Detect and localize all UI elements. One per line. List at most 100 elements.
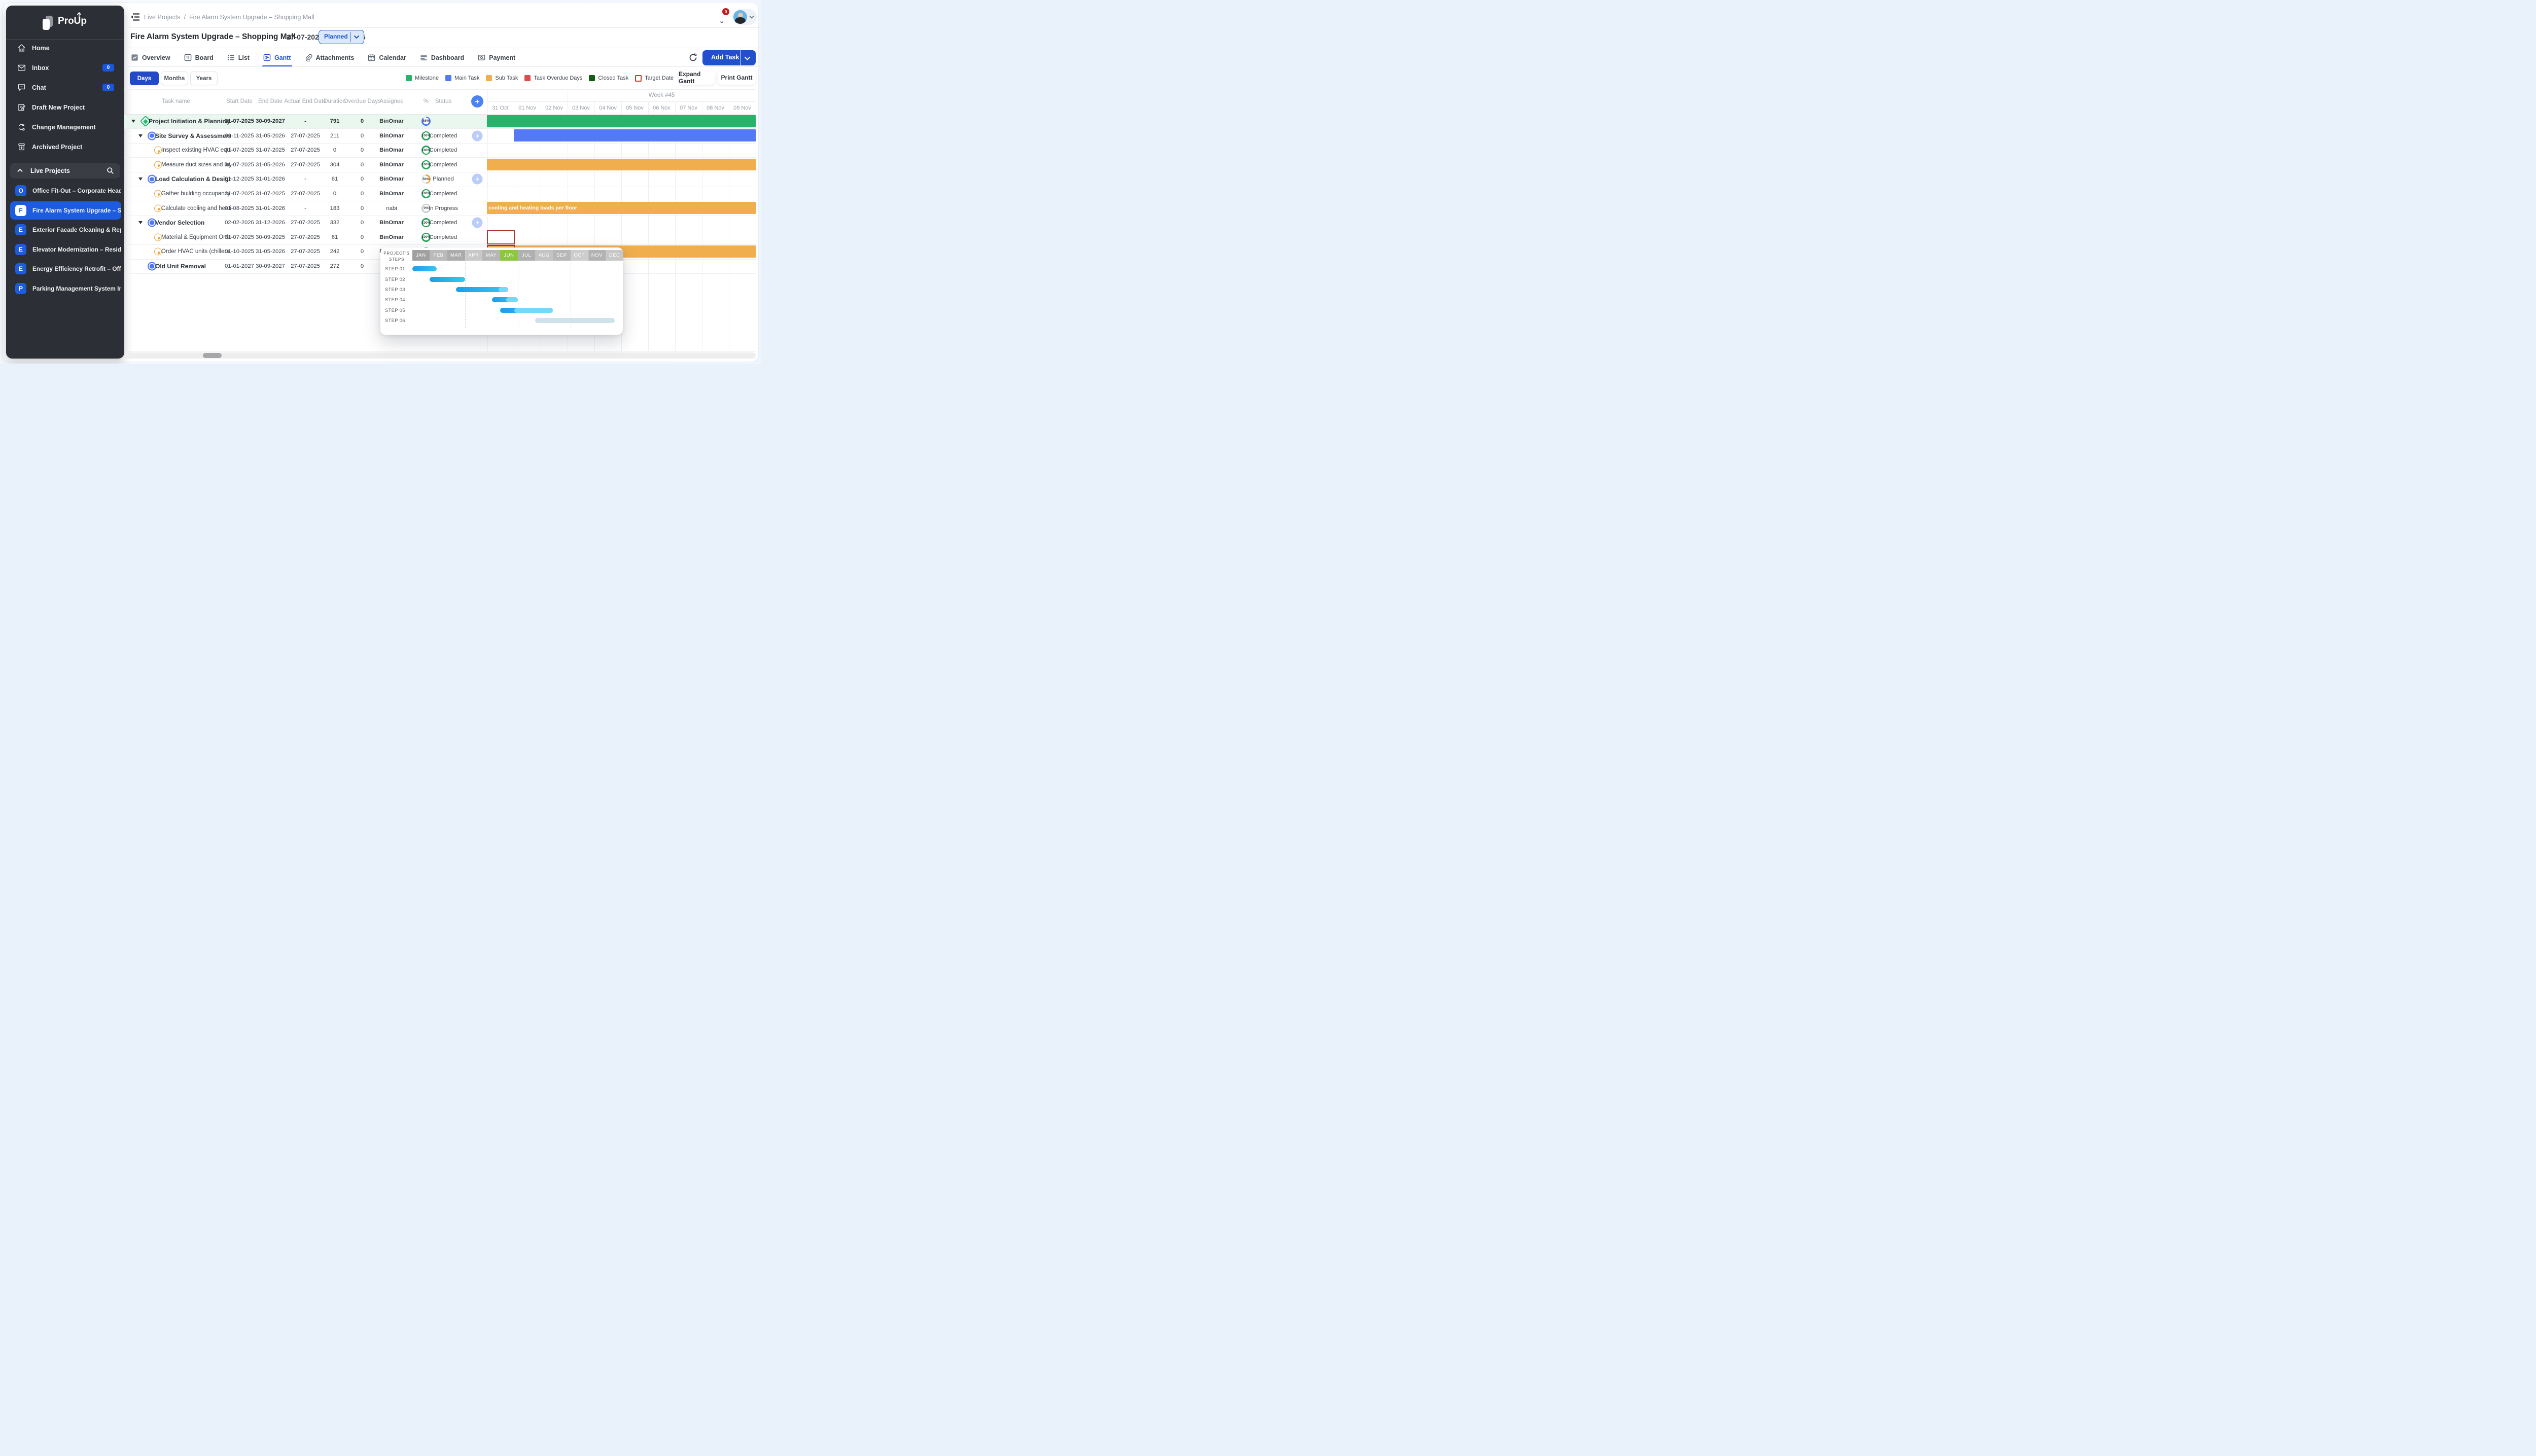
view-button-years[interactable]: Years xyxy=(190,72,218,85)
cell-actual: 27-07-2025 xyxy=(291,220,320,226)
add-subtask-button[interactable]: + xyxy=(472,174,483,185)
popup-step-label: STEP 05 xyxy=(385,308,405,313)
cell-duration: 0 xyxy=(333,147,336,153)
cell-assignee: BinOmar xyxy=(379,176,404,182)
cell-end: 30-09-2027 xyxy=(256,118,285,124)
row-expand-caret[interactable] xyxy=(138,221,143,224)
cell-end: 31-01-2026 xyxy=(256,205,285,211)
gantt-day-label: 09 Nov xyxy=(733,105,751,111)
popup-month-may: MAY xyxy=(482,250,500,261)
column-header-end-date: End Date xyxy=(258,89,283,114)
status-badge: Completed xyxy=(430,220,457,226)
cell-start: 31-07-2025 xyxy=(225,162,254,168)
popup-step-label: STEP 06 xyxy=(385,318,405,323)
cell-overdue: 0 xyxy=(361,176,364,182)
cell-assignee: nabi xyxy=(386,205,397,211)
cell-start: 01-12-2025 xyxy=(225,176,254,182)
popup-month-jul: JUL xyxy=(518,250,536,261)
view-button-days[interactable]: Days xyxy=(130,72,159,85)
cell-start: 31-07-2025 xyxy=(225,147,254,153)
task-name: Order HVAC units (chillers, xyxy=(161,248,231,255)
cell-actual: 27-07-2025 xyxy=(291,248,320,255)
gantt-bar-sub[interactable]: cooling and heating loads per floor xyxy=(487,202,756,214)
cell-overdue: 0 xyxy=(361,248,364,255)
status-badge: Planned xyxy=(433,176,453,182)
cell-assignee: BinOmar xyxy=(379,234,404,240)
popup-month-jun: JUN xyxy=(500,250,518,261)
popup-month-mar: MAR xyxy=(447,250,465,261)
gantt-day-label: 04 Nov xyxy=(599,105,617,111)
cell-end: 31-05-2026 xyxy=(256,248,285,255)
cell-end: 30-09-2025 xyxy=(256,234,285,240)
cell-assignee: BinOmar xyxy=(379,162,404,168)
popup-month-dec: DEC xyxy=(606,250,623,261)
popup-month-nov: NOV xyxy=(588,250,606,261)
gantt-day-label: 08 Nov xyxy=(707,105,724,111)
add-subtask-button[interactable]: + xyxy=(472,218,483,228)
task-name: Measure duct sizes and lay xyxy=(161,162,231,168)
task-name: Load Calculation & Design Re xyxy=(155,175,231,183)
cell-overdue: 0 xyxy=(361,220,364,226)
cell-end: 31-01-2026 xyxy=(256,176,285,182)
add-column-button[interactable]: + xyxy=(471,95,483,108)
add-subtask-button[interactable]: + xyxy=(472,130,483,141)
task-name: Project Initiation & Planning xyxy=(149,118,231,125)
cell-start: 01-01-2027 xyxy=(225,263,254,269)
gantt-bar-main[interactable] xyxy=(514,129,756,141)
gantt-day-label: 05 Nov xyxy=(626,105,644,111)
gantt-week-label: Week #45 xyxy=(649,92,675,98)
popup-step-label: STEP 03 xyxy=(385,287,405,292)
sub-task-icon xyxy=(154,190,162,197)
cell-end: 31-05-2026 xyxy=(256,162,285,168)
column-header-overdue-days: Overdue Days xyxy=(343,89,381,114)
cell-start: 31-07-2025 xyxy=(225,234,254,240)
column-header-assignee: Assignee xyxy=(379,89,403,114)
gantt-bar-label: cooling and heating loads per floor xyxy=(488,205,577,211)
view-button-label: Months xyxy=(164,76,185,82)
row-expand-caret[interactable] xyxy=(131,120,135,123)
cell-overdue: 0 xyxy=(361,147,364,153)
task-name: Site Survey & Assessment xyxy=(155,132,231,139)
cell-actual: - xyxy=(304,118,306,124)
gantt-day-label: 01 Nov xyxy=(518,105,536,111)
cell-actual: 27-07-2025 xyxy=(291,147,320,153)
cell-overdue: 0 xyxy=(361,118,364,124)
popup-month-feb: FEB xyxy=(430,250,447,261)
gantt-day-label: 03 Nov xyxy=(572,105,590,111)
cell-overdue: 0 xyxy=(361,205,364,211)
task-name: Vendor Selection xyxy=(155,219,231,226)
gantt-bar-milestone[interactable] xyxy=(487,115,756,127)
popup-step-label: STEP 02 xyxy=(385,277,405,282)
popup-month-oct: OCT xyxy=(571,250,588,261)
cell-end: 30-09-2027 xyxy=(256,263,285,269)
column-header-actual-end-date: Actual End Date xyxy=(284,89,326,114)
cell-actual: 27-07-2025 xyxy=(291,133,320,139)
cell-duration: 183 xyxy=(330,205,340,211)
gantt-day-label: 31 Oct xyxy=(492,105,508,111)
progress-ring-label: 88% xyxy=(421,117,431,126)
cell-actual: 27-07-2025 xyxy=(291,263,320,269)
column-header-start-date: Start Date xyxy=(226,89,253,114)
column-header-task-name: Task name xyxy=(162,89,190,114)
cell-actual: - xyxy=(304,205,306,211)
gantt-day-label: 06 Nov xyxy=(653,105,671,111)
status-badge: Completed xyxy=(430,133,457,139)
gantt-bar-sub[interactable] xyxy=(487,159,756,171)
cell-end: 31-12-2026 xyxy=(256,220,285,226)
cell-assignee: BinOmar xyxy=(379,220,404,226)
cell-start: 01-11-2025 xyxy=(225,133,254,139)
row-expand-caret[interactable] xyxy=(138,177,143,181)
row-expand-caret[interactable] xyxy=(138,134,143,137)
cell-start: 31-07-2025 xyxy=(225,191,254,197)
popup-step-label: STEP 01 xyxy=(385,266,405,271)
progress-ring: 88% xyxy=(421,117,431,126)
cell-actual: 27-07-2025 xyxy=(291,191,320,197)
horizontal-scrollbar-thumb[interactable] xyxy=(203,353,222,358)
gantt-day-label: 02 Nov xyxy=(545,105,563,111)
cell-duration: 304 xyxy=(330,162,340,168)
cell-end: 31-07-2025 xyxy=(256,191,285,197)
view-button-months[interactable]: Months xyxy=(161,72,188,85)
cell-assignee: BinOmar xyxy=(379,147,404,153)
status-badge: Completed xyxy=(430,162,457,168)
status-badge: Completed xyxy=(430,234,457,240)
